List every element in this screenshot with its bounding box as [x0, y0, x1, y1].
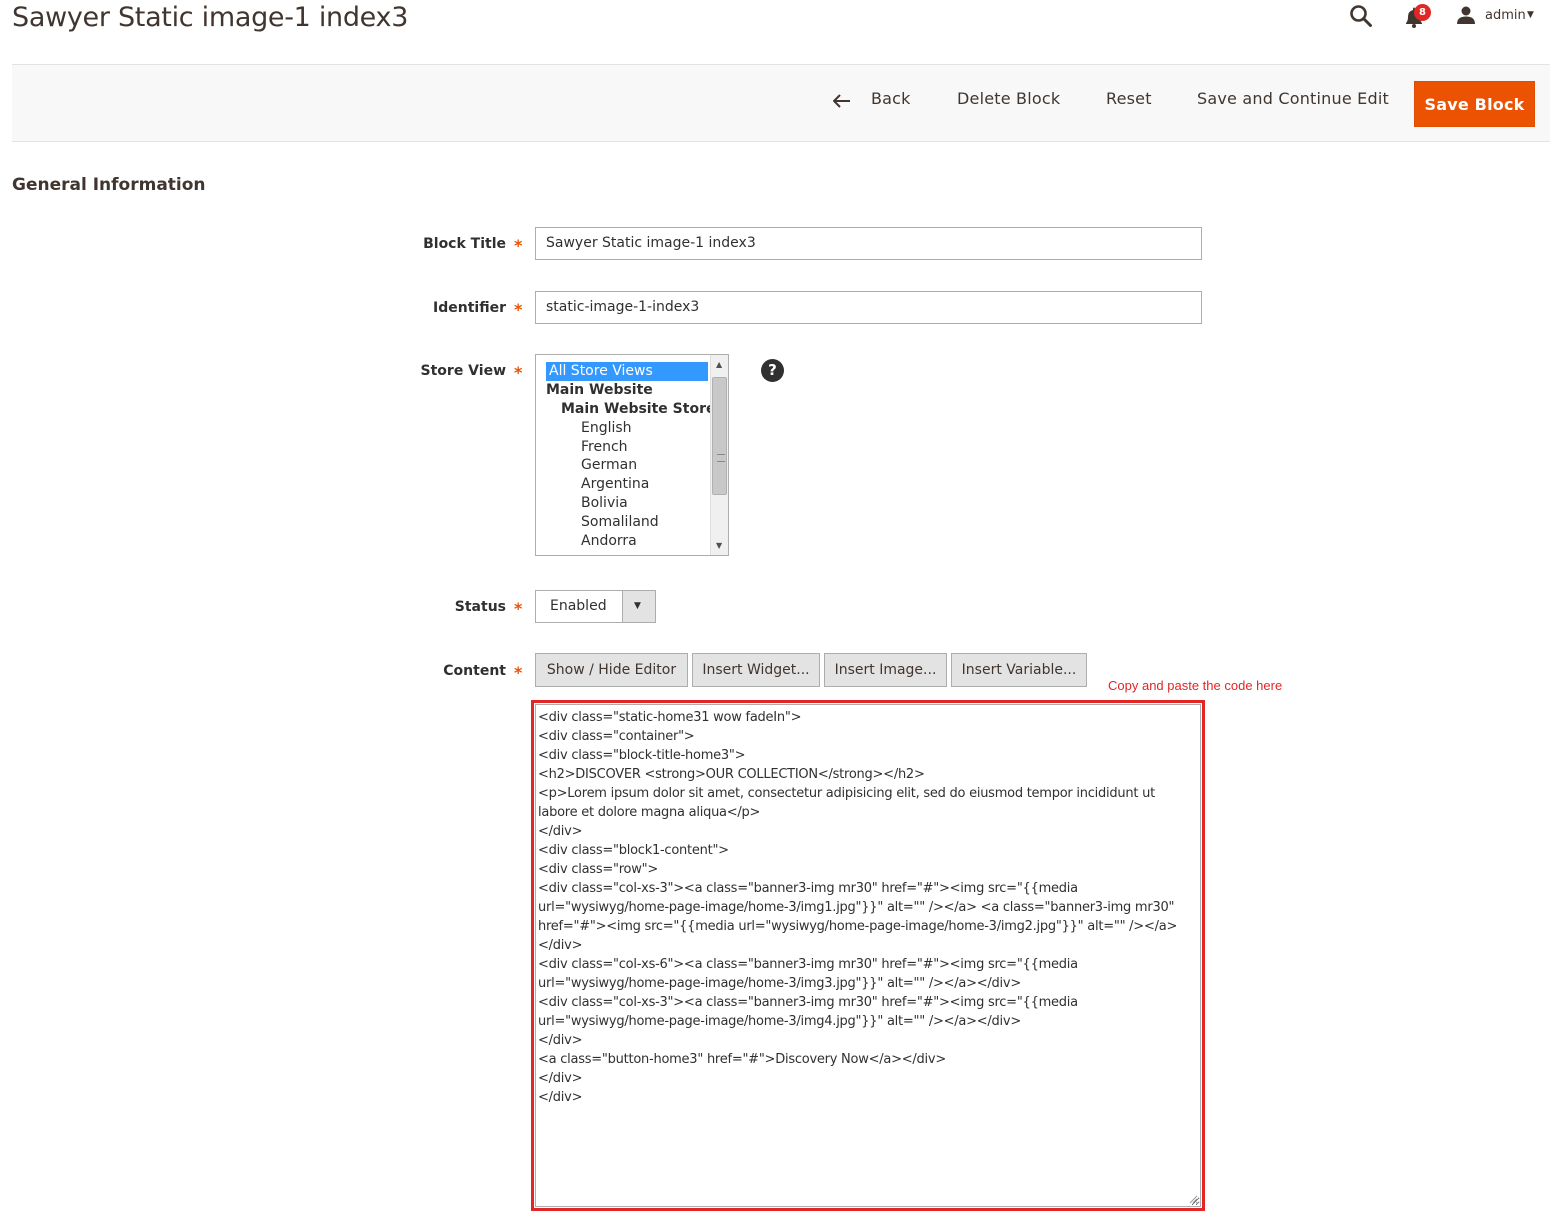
- required-mark: *: [514, 363, 523, 382]
- store-view-option[interactable]: English: [546, 419, 708, 438]
- identifier-label: Identifier: [433, 300, 506, 316]
- store-view-option-all[interactable]: All Store Views: [546, 362, 708, 381]
- insert-variable-button[interactable]: Insert Variable...: [951, 653, 1087, 687]
- section-title: General Information: [12, 175, 206, 195]
- delete-block-button[interactable]: Delete Block: [957, 89, 1060, 108]
- store-view-label: Store View: [420, 363, 506, 379]
- required-mark: *: [514, 599, 523, 618]
- search-icon[interactable]: [1349, 4, 1373, 28]
- resize-grip-icon[interactable]: [1188, 1194, 1198, 1204]
- scrollbar-grip: [717, 454, 725, 462]
- chevron-down-icon[interactable]: ▼: [1527, 10, 1534, 20]
- store-view-option[interactable]: Somaliland: [546, 513, 708, 532]
- code-line: <div class="col-xs-3"><a class="banner3-…: [538, 995, 1082, 1029]
- code-line: <div class="block1-content">: [538, 843, 729, 858]
- insert-widget-button[interactable]: Insert Widget...: [692, 653, 820, 687]
- required-mark: *: [514, 300, 523, 319]
- store-view-scrollbar[interactable]: ▲ ▼: [710, 355, 728, 555]
- required-mark: *: [514, 663, 523, 682]
- save-and-continue-button[interactable]: Save and Continue Edit: [1197, 89, 1389, 108]
- code-line: </div>: [538, 1033, 583, 1048]
- block-title-input[interactable]: Sawyer Static image-1 index3: [535, 227, 1202, 260]
- code-line: <div class="col-xs-3"><a class="banner3-…: [538, 881, 1179, 953]
- store-view-group-website: Main Website: [546, 381, 653, 398]
- help-icon[interactable]: ?: [761, 359, 784, 382]
- status-select-toggle[interactable]: ▼: [622, 591, 655, 622]
- store-view-option[interactable]: Argentina: [546, 475, 708, 494]
- user-menu-label[interactable]: admin: [1485, 8, 1526, 23]
- notification-count-badge[interactable]: 8: [1414, 4, 1431, 21]
- status-select-value: Enabled: [550, 598, 607, 614]
- code-line: <div class="block-title-home3">: [538, 748, 746, 763]
- store-view-option[interactable]: Andorra: [546, 532, 708, 551]
- page-title: Sawyer Static image-1 index3: [12, 2, 409, 33]
- code-line: <div class="col-xs-6"><a class="banner3-…: [538, 957, 1082, 991]
- code-line: <div class="static-home31 wow fadeIn">: [538, 710, 802, 725]
- store-view-option[interactable]: French: [546, 438, 708, 457]
- required-mark: *: [514, 236, 523, 255]
- store-view-option[interactable]: Bolivia: [546, 494, 708, 513]
- insert-image-button[interactable]: Insert Image...: [824, 653, 947, 687]
- status-select[interactable]: Enabled ▼: [535, 590, 656, 623]
- scroll-up-icon[interactable]: ▲: [716, 360, 722, 369]
- show-hide-editor-button[interactable]: Show / Hide Editor: [535, 653, 688, 687]
- store-view-group-store: Main Website Store: [561, 400, 716, 417]
- user-icon[interactable]: [1456, 5, 1476, 25]
- identifier-input[interactable]: static-image-1-index3: [535, 291, 1202, 324]
- status-label: Status: [454, 599, 506, 615]
- code-line: <div class="row">: [538, 862, 658, 877]
- store-view-multiselect[interactable]: All Store Views Main Website Main Websit…: [535, 354, 729, 556]
- code-line: </div>: [538, 1090, 583, 1105]
- annotation-hint: Copy and paste the code here: [1108, 678, 1283, 693]
- content-textarea[interactable]: <div class="static-home31 wow fadeIn"> <…: [535, 704, 1201, 1207]
- code-line: </div>: [538, 824, 583, 839]
- store-view-option[interactable]: German: [546, 456, 708, 475]
- scrollbar-thumb[interactable]: [712, 377, 727, 495]
- content-label: Content: [443, 663, 506, 679]
- code-line: <div class="container">: [538, 729, 695, 744]
- page-actions-bar: Back Delete Block Reset Save and Continu…: [12, 64, 1550, 142]
- code-line: </div>: [538, 1071, 583, 1086]
- arrow-left-icon[interactable]: [833, 94, 851, 108]
- chevron-down-icon: ▼: [634, 601, 641, 611]
- reset-button[interactable]: Reset: [1106, 89, 1152, 108]
- scroll-down-icon[interactable]: ▼: [716, 541, 722, 550]
- save-block-button[interactable]: Save Block: [1414, 81, 1535, 127]
- code-line: <p>Lorem ipsum dolor sit amet, consectet…: [538, 786, 1159, 820]
- back-button[interactable]: Back: [871, 89, 911, 108]
- block-title-label: Block Title: [423, 236, 506, 252]
- code-line: <h2>DISCOVER <strong>OUR COLLECTION</str…: [538, 767, 925, 782]
- code-line: <a class="button-home3" href="#">Discove…: [538, 1052, 946, 1067]
